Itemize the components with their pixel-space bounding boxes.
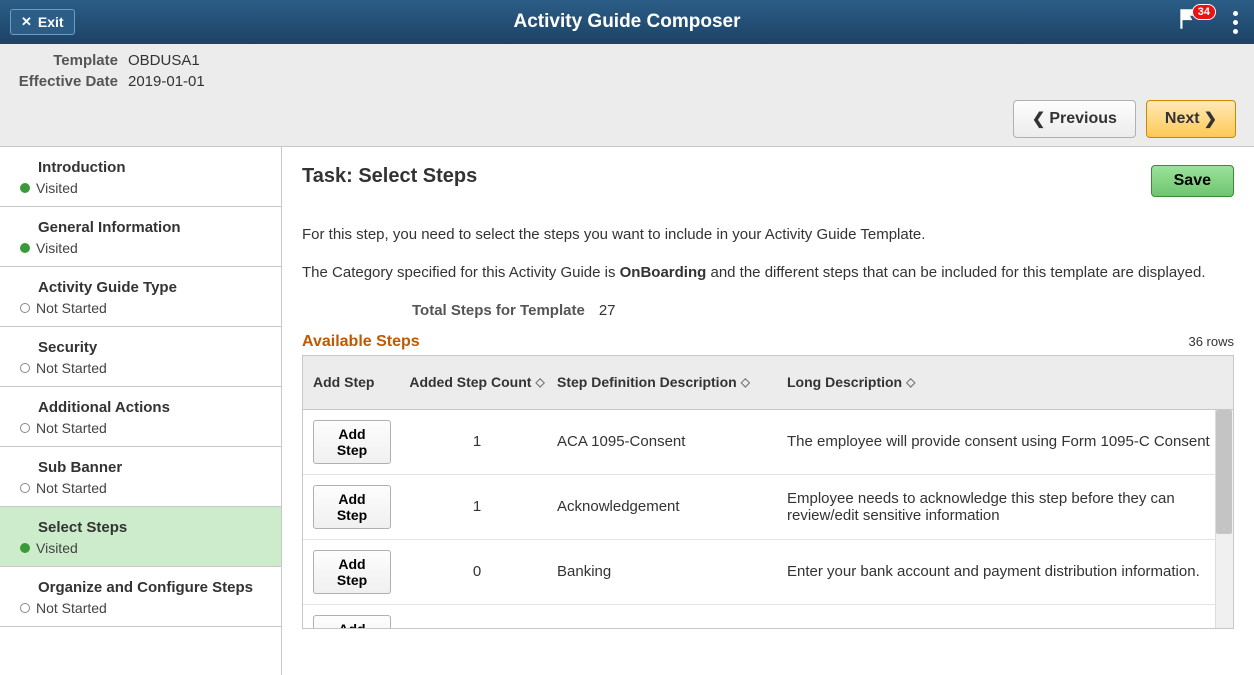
cell-long-description: Enter your bank account and payment dist… xyxy=(787,563,1215,580)
save-button[interactable]: Save xyxy=(1151,165,1234,197)
nav-item-status: Not Started xyxy=(20,600,261,616)
table-row: Add Step0Benefits EnrollmentStart benefi… xyxy=(303,605,1233,628)
notifications-button[interactable]: 34 xyxy=(1176,6,1208,38)
not-started-dot-icon xyxy=(20,603,30,613)
context-header: Template OBDUSA1 Effective Date 2019-01-… xyxy=(0,44,1254,147)
add-step-button[interactable]: Add Step xyxy=(313,550,391,594)
nav-item-status: Visited xyxy=(20,180,261,196)
nav-item-sub-banner[interactable]: Sub Banner Not Started xyxy=(0,447,281,507)
add-step-button[interactable]: Add Step xyxy=(313,485,391,529)
col-long-description[interactable]: Long Description ◇ xyxy=(787,374,1215,390)
add-step-button[interactable]: Add Step xyxy=(313,615,391,628)
nav-item-introduction[interactable]: Introduction Visited xyxy=(0,147,281,207)
cell-step-definition: Banking xyxy=(557,563,787,580)
exit-label: Exit xyxy=(38,14,64,30)
nav-item-status: Not Started xyxy=(20,420,261,436)
banner-actions: 34 xyxy=(1176,6,1246,38)
total-steps-label: Total Steps for Template xyxy=(412,302,585,319)
table-row: Add Step 1AcknowledgementEmployee needs t… xyxy=(303,475,1233,540)
effdate-label: Effective Date xyxy=(8,73,118,90)
sort-icon: ◇ xyxy=(906,375,915,389)
col-added-count[interactable]: Added Step Count ◇ xyxy=(397,374,557,390)
sort-icon: ◇ xyxy=(535,375,544,389)
cell-long-description: The employee will provide consent using … xyxy=(787,433,1215,450)
visited-dot-icon xyxy=(20,183,30,193)
cell-added-count: 1 xyxy=(397,433,557,450)
col-step-definition[interactable]: Step Definition Description ◇ xyxy=(557,374,787,390)
nav-item-general-information[interactable]: General Information Visited xyxy=(0,207,281,267)
nav-item-title: Activity Guide Type xyxy=(38,279,261,296)
nav-item-title: Sub Banner xyxy=(38,459,261,476)
chevron-right-icon: ❯ xyxy=(1204,109,1217,129)
sort-icon: ◇ xyxy=(741,375,750,389)
available-steps-table: Add Step Added Step Count ◇ Step Definit… xyxy=(302,355,1234,629)
total-steps-value: 27 xyxy=(599,302,616,319)
scrollbar-track[interactable] xyxy=(1215,410,1233,628)
nav-item-status: Not Started xyxy=(20,300,261,316)
visited-dot-icon xyxy=(20,243,30,253)
task-title: Task: Select Steps xyxy=(302,165,477,188)
category-name: OnBoarding xyxy=(620,264,707,281)
nav-item-title: Introduction xyxy=(38,159,261,176)
scrollbar-thumb[interactable] xyxy=(1216,410,1232,534)
cell-step-definition: Acknowledgement xyxy=(557,498,787,515)
nav-item-additional-actions[interactable]: Additional Actions Not Started xyxy=(0,387,281,447)
not-started-dot-icon xyxy=(20,483,30,493)
table-header: Add Step Added Step Count ◇ Step Definit… xyxy=(303,356,1233,410)
add-step-button[interactable]: Add Step xyxy=(313,420,391,464)
nav-item-title: Organize and Configure Steps xyxy=(38,579,261,596)
table-body: Add Step1ACA 1095-ConsentThe employee wi… xyxy=(303,410,1233,628)
page-title: Activity Guide Composer xyxy=(514,11,741,33)
nav-item-status: Visited xyxy=(20,240,261,256)
table-row: Add Step 0BankingEnter your bank account … xyxy=(303,540,1233,605)
nav-item-organize-and-configure-steps[interactable]: Organize and Configure Steps Not Started xyxy=(0,567,281,627)
task-description-2: The Category specified for this Activity… xyxy=(302,263,1234,283)
row-count: 36 rows xyxy=(1188,334,1234,349)
nav-item-title: Additional Actions xyxy=(38,399,261,416)
cell-step-definition: ACA 1095-Consent xyxy=(557,433,787,450)
nav-item-title: Select Steps xyxy=(38,519,261,536)
nav-item-title: Security xyxy=(38,339,261,356)
next-button[interactable]: Next ❯ xyxy=(1146,100,1236,138)
effdate-value: 2019-01-01 xyxy=(128,73,205,90)
visited-dot-icon xyxy=(20,543,30,553)
nav-item-security[interactable]: Security Not Started xyxy=(0,327,281,387)
cell-added-count: 0 xyxy=(397,563,557,580)
available-steps-heading: Available Steps xyxy=(302,333,420,351)
nav-item-status: Not Started xyxy=(20,480,261,496)
previous-label: Previous xyxy=(1049,110,1117,128)
task-description-1: For this step, you need to select the st… xyxy=(302,225,1234,245)
nav-item-status: Not Started xyxy=(20,360,261,376)
chevron-left-icon: ❮ xyxy=(1032,109,1045,129)
main-content: Task: Select Steps Save For this step, y… xyxy=(282,147,1254,675)
app-banner: ✕ Exit Activity Guide Composer 34 xyxy=(0,0,1254,44)
actions-menu-button[interactable] xyxy=(1224,11,1246,34)
close-icon: ✕ xyxy=(21,14,32,30)
col-add-step[interactable]: Add Step xyxy=(313,374,397,390)
step-nav: Introduction Visited General Information Vi… xyxy=(0,147,282,675)
template-label: Template xyxy=(8,52,118,69)
nav-item-activity-guide-type[interactable]: Activity Guide Type Not Started xyxy=(0,267,281,327)
cell-added-count: 1 xyxy=(397,498,557,515)
nav-item-status: Visited xyxy=(20,540,261,556)
next-label: Next xyxy=(1165,110,1200,128)
notification-badge: 34 xyxy=(1192,4,1216,20)
nav-item-title: General Information xyxy=(38,219,261,236)
cell-long-description: Employee needs to acknowledge this step … xyxy=(787,490,1215,524)
not-started-dot-icon xyxy=(20,363,30,373)
exit-button[interactable]: ✕ Exit xyxy=(10,9,75,35)
previous-button[interactable]: ❮ Previous xyxy=(1013,100,1136,138)
not-started-dot-icon xyxy=(20,303,30,313)
not-started-dot-icon xyxy=(20,423,30,433)
template-value: OBDUSA1 xyxy=(128,52,200,69)
nav-item-select-steps[interactable]: Select Steps Visited xyxy=(0,507,281,567)
table-row: Add Step 1ACA 1095-ConsentThe employee wi… xyxy=(303,410,1233,475)
